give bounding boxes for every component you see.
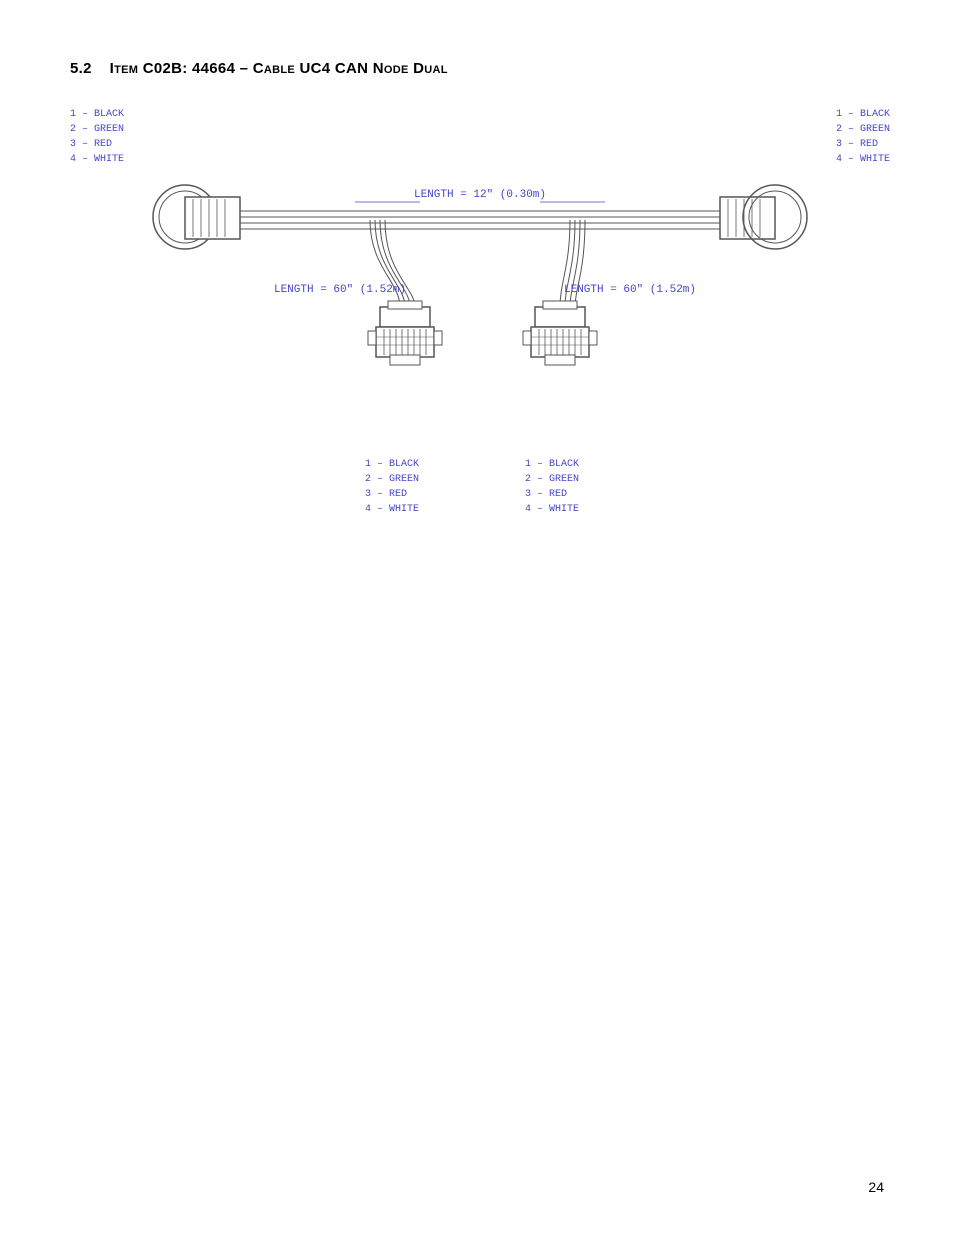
diagram-container: 1 – BLACK 2 – GREEN 3 – RED 4 – WHITE 1 …	[70, 107, 890, 527]
section-title: 5.2 Item C02B: 44664 – Cable UC4 CAN Nod…	[70, 60, 884, 77]
svg-text:LENGTH = 12" (0.30m): LENGTH = 12" (0.30m)	[414, 189, 546, 201]
svg-text:LENGTH = 60" (1.52m): LENGTH = 60" (1.52m)	[564, 284, 696, 296]
section-heading: Item C02B: 44664 – Cable UC4 CAN Node Du…	[110, 60, 448, 77]
cable-diagram: LENGTH = 12" (0.30m) LENGTH = 60" (1.52m…	[70, 107, 890, 527]
page: 5.2 Item C02B: 44664 – Cable UC4 CAN Nod…	[0, 0, 954, 1235]
section-number: 5.2	[70, 60, 92, 77]
page-number: 24	[868, 1179, 884, 1195]
svg-text:LENGTH = 60" (1.52m): LENGTH = 60" (1.52m)	[274, 284, 406, 296]
